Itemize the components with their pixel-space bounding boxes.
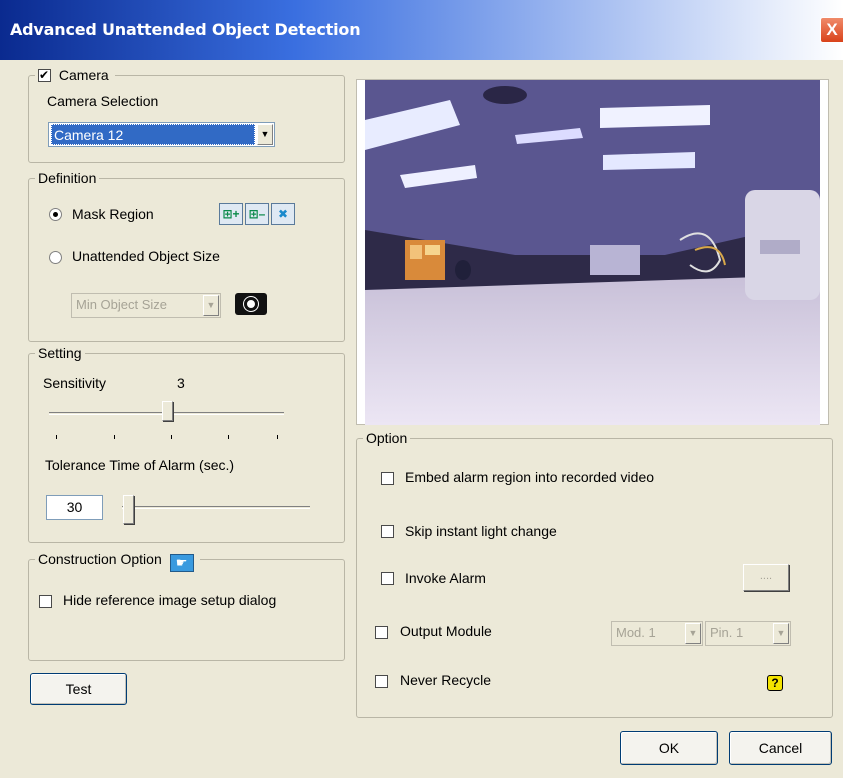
invoke-alarm-label: Invoke Alarm (405, 570, 486, 586)
ok-button[interactable]: OK (620, 731, 718, 765)
chevron-down-icon[interactable]: ▼ (685, 623, 701, 644)
min-object-size-select[interactable]: Min Object Size ▼ (71, 293, 221, 318)
tolerance-track (122, 506, 310, 509)
module-select[interactable]: Mod. 1 ▼ (611, 621, 703, 646)
output-module-label: Output Module (400, 623, 492, 639)
test-button[interactable]: Test (30, 673, 127, 705)
output-module-checkbox[interactable] (375, 626, 388, 639)
camera-legend: Camera (35, 67, 115, 83)
snapshot-icon[interactable] (235, 293, 267, 315)
camera-group: Camera Camera Selection Camera 12 ▼ (28, 67, 345, 163)
hide-reference-label: Hide reference image setup dialog (63, 592, 277, 608)
help-icon[interactable]: ? (767, 675, 783, 691)
sensitivity-tick (114, 435, 115, 439)
sensitivity-tick (56, 435, 57, 439)
dialog-window: Advanced Unattended Object Detection X C… (0, 0, 843, 778)
embed-alarm-checkbox[interactable] (381, 472, 394, 485)
embed-alarm-label: Embed alarm region into recorded video (405, 469, 655, 485)
pin-select-value: Pin. 1 (710, 625, 744, 640)
sensitivity-tick (277, 435, 278, 439)
clear-mask-icon[interactable]: ✖ (271, 203, 295, 225)
mask-region-radio[interactable] (49, 208, 62, 221)
option-group: Option Embed alarm region into recorded … (356, 430, 833, 718)
sensitivity-tick (228, 435, 229, 439)
camera-preview-image (365, 80, 820, 425)
hide-reference-checkbox[interactable] (39, 595, 52, 608)
tolerance-input[interactable]: 30 (46, 495, 103, 520)
module-select-value: Mod. 1 (616, 625, 656, 640)
tolerance-slider[interactable] (123, 495, 134, 524)
setting-legend: Setting (35, 345, 85, 361)
object-size-radio[interactable] (49, 251, 62, 264)
definition-legend: Definition (35, 170, 100, 186)
camera-selection-label: Camera Selection (47, 93, 159, 109)
sensitivity-tick (171, 435, 172, 439)
tolerance-label: Tolerance Time of Alarm (sec.) (45, 457, 235, 473)
sensitivity-value: 3 (177, 375, 185, 391)
close-icon: X (826, 20, 838, 39)
camera-select-value: Camera 12 (51, 124, 255, 145)
invoke-alarm-checkbox[interactable] (381, 572, 394, 585)
alarm-browse-button[interactable]: .... (743, 564, 789, 591)
construction-group: Construction Option ☛ Hide reference ima… (28, 551, 345, 661)
mask-region-label: Mask Region (72, 206, 154, 222)
min-object-size-value: Min Object Size (76, 297, 168, 312)
remove-mask-icon[interactable]: ⊞– (245, 203, 269, 225)
camera-label: Camera (58, 67, 109, 83)
object-size-label: Unattended Object Size (72, 248, 220, 264)
never-recycle-checkbox[interactable] (375, 675, 388, 688)
chevron-down-icon[interactable]: ▼ (773, 623, 789, 644)
chevron-down-icon[interactable]: ▼ (257, 124, 273, 145)
camera-checkbox[interactable] (38, 67, 51, 83)
setting-group: Setting Sensitivity 3 Tolerance Time of … (28, 345, 345, 543)
chevron-down-icon[interactable]: ▼ (203, 295, 219, 316)
never-recycle-label: Never Recycle (400, 672, 492, 688)
skip-light-checkbox[interactable] (381, 525, 394, 538)
window-title: Advanced Unattended Object Detection (10, 20, 361, 39)
cancel-button[interactable]: Cancel (729, 731, 832, 765)
add-mask-icon[interactable]: ⊞+ (219, 203, 243, 225)
title-bar: Advanced Unattended Object Detection X (0, 0, 843, 60)
definition-group: Definition Mask Region ⊞+ ⊞– ✖ Unattende… (28, 170, 345, 342)
sensitivity-label: Sensitivity (43, 375, 107, 391)
camera-preview (356, 79, 829, 425)
option-legend: Option (363, 430, 411, 446)
close-button[interactable]: X (820, 17, 843, 43)
construction-legend: Construction Option ☛ (35, 551, 200, 572)
construction-label: Construction Option (38, 551, 162, 567)
camera-select[interactable]: Camera 12 ▼ (48, 122, 275, 147)
pointer-icon[interactable]: ☛ (169, 554, 194, 572)
pin-select[interactable]: Pin. 1 ▼ (705, 621, 791, 646)
sensitivity-slider[interactable] (162, 401, 173, 421)
skip-light-label: Skip instant light change (405, 523, 557, 539)
